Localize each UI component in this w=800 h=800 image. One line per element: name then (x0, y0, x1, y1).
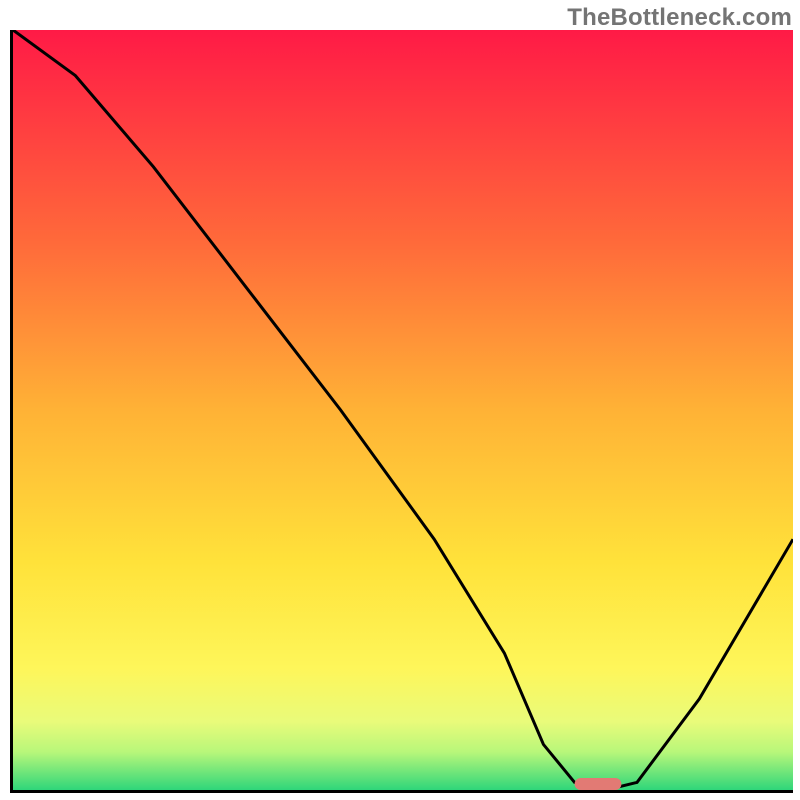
gradient-chart-svg (13, 30, 793, 790)
watermark-text: TheBottleneck.com (567, 4, 792, 32)
chart-container: TheBottleneck.com (0, 0, 800, 800)
gradient-background (13, 30, 793, 790)
optimal-marker (575, 778, 622, 790)
plot-area (10, 30, 793, 793)
